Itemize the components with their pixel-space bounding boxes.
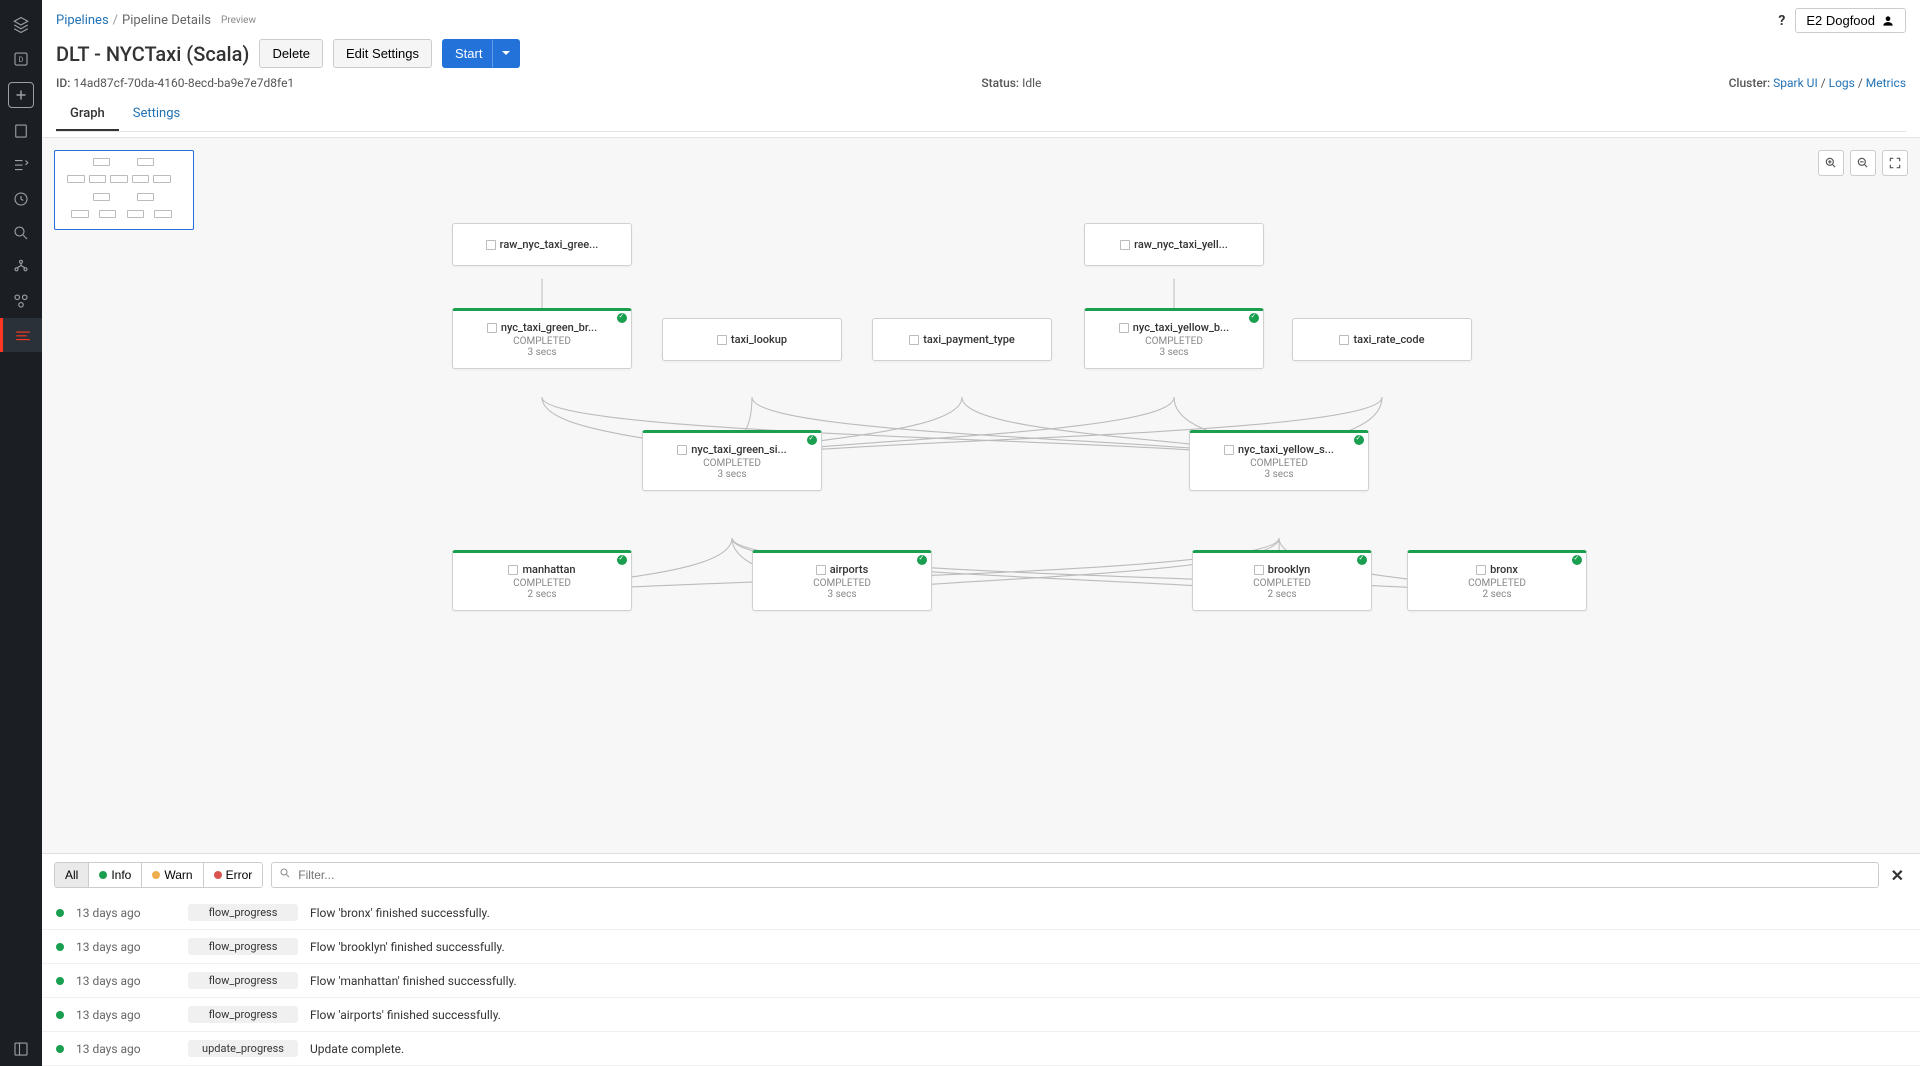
- node-payment-type[interactable]: taxi_payment_type: [872, 318, 1052, 361]
- pipeline-graph[interactable]: raw_nyc_taxi_gree... raw_nyc_taxi_yell..…: [42, 138, 1920, 853]
- logs-link[interactable]: Logs: [1829, 76, 1855, 90]
- log-time: 13 days ago: [76, 1042, 176, 1056]
- breadcrumb: Pipelines / Pipeline Details Preview: [56, 13, 256, 28]
- sidebar-item-4[interactable]: [0, 148, 42, 182]
- log-message: Flow 'brooklyn' finished successfully.: [310, 940, 1906, 954]
- sidebar-collapse[interactable]: [0, 1032, 42, 1066]
- sidebar-logo[interactable]: [0, 8, 42, 42]
- preview-badge: Preview: [221, 15, 256, 26]
- log-tag: update_progress: [188, 1040, 298, 1057]
- breadcrumb-current: Pipeline Details: [122, 13, 211, 28]
- close-log-panel[interactable]: ✕: [1887, 866, 1908, 885]
- log-row[interactable]: 13 days ago flow_progress Flow 'bronx' fin…: [42, 896, 1920, 930]
- sidebar-item-7[interactable]: [0, 250, 42, 284]
- status-dot: [56, 1045, 64, 1053]
- sidebar-pipelines[interactable]: [0, 318, 42, 352]
- edit-settings-button[interactable]: Edit Settings: [333, 39, 432, 68]
- log-tag: flow_progress: [188, 938, 298, 955]
- sidebar: D: [0, 0, 42, 1066]
- node-rate-code[interactable]: taxi_rate_code: [1292, 318, 1472, 361]
- log-time: 13 days ago: [76, 1008, 176, 1022]
- pipeline-status: Status: Idle: [981, 76, 1041, 90]
- status-dot: [56, 977, 64, 985]
- metrics-link[interactable]: Metrics: [1866, 76, 1906, 90]
- log-time: 13 days ago: [76, 906, 176, 920]
- node-green-bronze[interactable]: nyc_taxi_green_br...COMPLETED3 secs: [452, 308, 632, 369]
- pipeline-id: ID: 14ad87cf-70da-4160-8ecd-ba9e7e7d8fe1: [56, 76, 294, 90]
- log-list: 13 days ago flow_progress Flow 'bronx' fin…: [42, 896, 1920, 1066]
- log-row[interactable]: 13 days ago flow_progress Flow 'brooklyn' …: [42, 930, 1920, 964]
- spark-ui-link[interactable]: Spark UI: [1773, 76, 1818, 90]
- log-tag: flow_progress: [188, 972, 298, 989]
- sidebar-item-5[interactable]: [0, 182, 42, 216]
- tab-settings[interactable]: Settings: [119, 98, 194, 131]
- filter-info[interactable]: Info: [89, 863, 142, 887]
- log-tag: flow_progress: [188, 904, 298, 921]
- status-dot: [56, 1011, 64, 1019]
- node-manhattan[interactable]: manhattanCOMPLETED2 secs: [452, 550, 632, 611]
- sidebar-item-8[interactable]: [0, 284, 42, 318]
- user-label: E2 Dogfood: [1806, 13, 1875, 28]
- chevron-down-icon: [501, 48, 511, 58]
- log-filter-input[interactable]: [271, 862, 1878, 888]
- search-icon: [279, 867, 291, 883]
- start-dropdown[interactable]: [492, 39, 520, 68]
- node-brooklyn[interactable]: brooklynCOMPLETED2 secs: [1192, 550, 1372, 611]
- status-dot: [56, 943, 64, 951]
- sidebar-item-1[interactable]: D: [0, 42, 42, 76]
- log-tag: flow_progress: [188, 1006, 298, 1023]
- user-menu[interactable]: E2 Dogfood: [1795, 8, 1906, 33]
- start-button[interactable]: Start: [442, 39, 495, 68]
- page-title: DLT - NYCTaxi (Scala): [56, 42, 249, 66]
- sidebar-add[interactable]: [8, 82, 34, 108]
- filter-warn[interactable]: Warn: [142, 863, 203, 887]
- log-message: Flow 'airports' finished successfully.: [310, 1008, 1906, 1022]
- help-icon[interactable]: ?: [1778, 13, 1785, 29]
- log-row[interactable]: 13 days ago flow_progress Flow 'airports' …: [42, 998, 1920, 1032]
- sidebar-search[interactable]: [0, 216, 42, 250]
- cluster-links: Cluster: Spark UI / Logs / Metrics: [1729, 76, 1906, 90]
- delete-button[interactable]: Delete: [259, 39, 323, 68]
- log-time: 13 days ago: [76, 974, 176, 988]
- log-row[interactable]: 13 days ago update_progress Update complet…: [42, 1032, 1920, 1066]
- sidebar-item-3[interactable]: [0, 114, 42, 148]
- status-dot: [56, 909, 64, 917]
- tab-graph[interactable]: Graph: [56, 98, 119, 131]
- filter-error[interactable]: Error: [204, 863, 263, 887]
- node-raw-green[interactable]: raw_nyc_taxi_gree...: [452, 223, 632, 266]
- node-airports[interactable]: airportsCOMPLETED3 secs: [752, 550, 932, 611]
- log-row[interactable]: 13 days ago flow_progress Flow 'manhattan'…: [42, 964, 1920, 998]
- log-filter-group: All Info Warn Error: [54, 862, 263, 888]
- log-message: Update complete.: [310, 1042, 1906, 1056]
- node-green-silver[interactable]: nyc_taxi_green_si...COMPLETED3 secs: [642, 430, 822, 491]
- filter-all[interactable]: All: [55, 863, 89, 887]
- node-taxi-lookup[interactable]: taxi_lookup: [662, 318, 842, 361]
- log-message: Flow 'bronx' finished successfully.: [310, 906, 1906, 920]
- node-yellow-silver[interactable]: nyc_taxi_yellow_s...COMPLETED3 secs: [1189, 430, 1369, 491]
- node-raw-yellow[interactable]: raw_nyc_taxi_yell...: [1084, 223, 1264, 266]
- user-icon: [1881, 14, 1895, 28]
- breadcrumb-root[interactable]: Pipelines: [56, 13, 109, 28]
- log-time: 13 days ago: [76, 940, 176, 954]
- log-message: Flow 'manhattan' finished successfully.: [310, 974, 1906, 988]
- node-yellow-bronze[interactable]: nyc_taxi_yellow_b...COMPLETED3 secs: [1084, 308, 1264, 369]
- svg-text:D: D: [19, 55, 24, 64]
- node-bronx[interactable]: bronxCOMPLETED2 secs: [1407, 550, 1587, 611]
